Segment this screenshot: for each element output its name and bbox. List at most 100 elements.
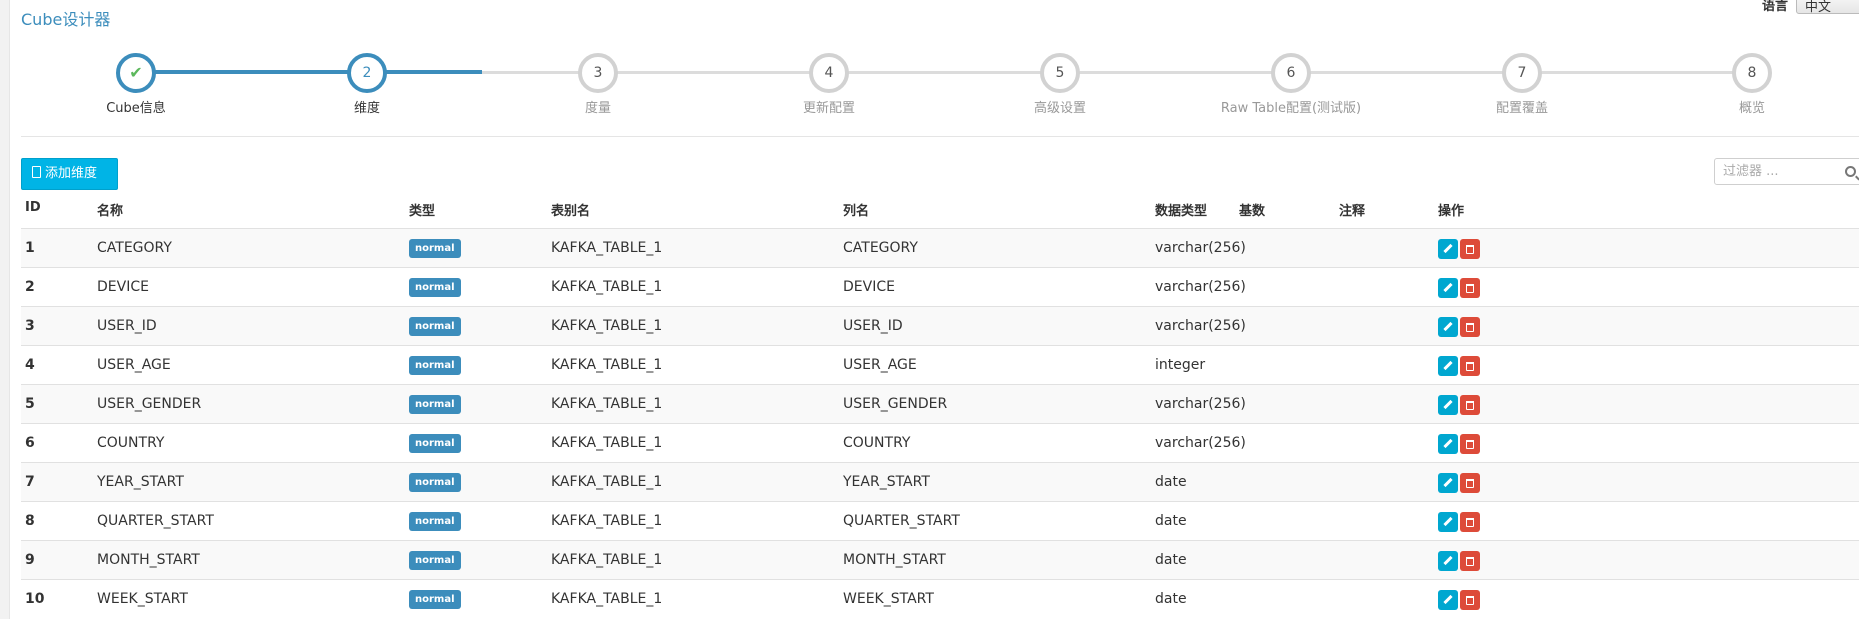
table-row: 9 MONTH_START KAFKA_TABLE_1 MONTH_START date… <box>21 540 1859 579</box>
add-dimension-button[interactable]: 添加维度 <box>21 158 118 190</box>
filter-input[interactable]: 过滤器 ... <box>1714 158 1859 185</box>
step-8-circle[interactable]: 8 <box>1732 53 1772 93</box>
stepper-remaining-track <box>482 71 1752 74</box>
cell-column: QUARTER_START <box>843 513 960 529</box>
step-3-circle[interactable]: 3 <box>578 53 618 93</box>
table-row: 5 USER_GENDER KAFKA_TABLE_1 USER_GENDER varc… <box>21 384 1859 423</box>
pencil-icon <box>1443 399 1453 410</box>
delete-button[interactable] <box>1460 317 1480 337</box>
header-divider <box>21 136 1859 137</box>
cell-table-alias: KAFKA_TABLE_1 <box>551 435 663 451</box>
cell-table-alias: KAFKA_TABLE_1 <box>551 552 663 568</box>
step-2-label[interactable]: 维度 <box>267 97 467 116</box>
step-3-label[interactable]: 度量 <box>498 97 698 116</box>
cell-datatype: varchar(256) <box>1155 396 1246 412</box>
step-4-label[interactable]: 更新配置 <box>729 97 929 116</box>
step-7-circle[interactable]: 7 <box>1502 53 1542 93</box>
step-2-circle[interactable]: 2 <box>347 53 387 93</box>
cell-column: DEVICE <box>843 279 895 295</box>
cell-datatype: varchar(256) <box>1155 279 1246 295</box>
stepper-progress-track <box>136 70 482 74</box>
trash-icon <box>1466 245 1474 254</box>
delete-button[interactable] <box>1460 356 1480 376</box>
cube-designer-page: Cube设计器 语言 中文 ✔ Cube信息 2 维度 3 度量 4 更新配置 5 高级设置 6 Ra… <box>0 0 1859 619</box>
table-row: 10 WEEK_START KAFKA_TABLE_1 WEEK_START date n… <box>21 579 1859 618</box>
cell-column: YEAR_START <box>843 474 930 490</box>
edit-button[interactable] <box>1438 239 1458 259</box>
edit-button[interactable] <box>1438 278 1458 298</box>
pencil-icon <box>1443 594 1453 605</box>
cell-id: 1 <box>25 240 35 256</box>
header-type: 类型 <box>409 204 436 219</box>
cell-table-alias: KAFKA_TABLE_1 <box>551 591 663 607</box>
add-dimension-label: 添加维度 <box>45 166 98 181</box>
cell-column: USER_ID <box>843 318 903 334</box>
pencil-icon <box>1443 243 1453 254</box>
header-comment: 注释 <box>1339 204 1366 219</box>
delete-button[interactable] <box>1460 395 1480 415</box>
table-row: 1 CATEGORY KAFKA_TABLE_1 CATEGORY varchar(25… <box>21 228 1859 267</box>
edit-button[interactable] <box>1438 473 1458 493</box>
cell-column: MONTH_START <box>843 552 946 568</box>
type-badge: normal <box>409 317 461 336</box>
edit-button[interactable] <box>1438 434 1458 454</box>
table-row: 3 USER_ID KAFKA_TABLE_1 USER_ID varchar(256)… <box>21 306 1859 345</box>
delete-button[interactable] <box>1460 473 1480 493</box>
cell-id: 5 <box>25 396 35 412</box>
add-icon <box>32 166 41 178</box>
table-row: 6 COUNTRY KAFKA_TABLE_1 COUNTRY varchar(256)… <box>21 423 1859 462</box>
step-7-label[interactable]: 配置覆盖 <box>1422 97 1622 116</box>
cell-name: DEVICE <box>97 279 149 295</box>
step-5-label[interactable]: 高级设置 <box>960 97 1160 116</box>
edit-button[interactable] <box>1438 356 1458 376</box>
search-icon[interactable] <box>1845 166 1856 177</box>
cell-table-alias: KAFKA_TABLE_1 <box>551 513 663 529</box>
cell-id: 10 <box>25 591 45 607</box>
step-5-circle[interactable]: 5 <box>1040 53 1080 93</box>
type-badge: normal <box>409 434 461 453</box>
type-badge: normal <box>409 473 461 492</box>
cell-table-alias: KAFKA_TABLE_1 <box>551 279 663 295</box>
delete-button[interactable] <box>1460 590 1480 610</box>
table-row: 4 USER_AGE KAFKA_TABLE_1 USER_AGE integer nor… <box>21 345 1859 384</box>
cell-datatype: varchar(256) <box>1155 435 1246 451</box>
cell-name: USER_GENDER <box>97 396 202 412</box>
delete-button[interactable] <box>1460 239 1480 259</box>
step-6-label[interactable]: Raw Table配置(测试版) <box>1191 97 1391 116</box>
cell-table-alias: KAFKA_TABLE_1 <box>551 357 663 373</box>
edit-button[interactable] <box>1438 551 1458 571</box>
type-badge: normal <box>409 278 461 297</box>
type-badge: normal <box>409 356 461 375</box>
cell-column: COUNTRY <box>843 435 911 451</box>
cell-id: 8 <box>25 513 35 529</box>
cell-id: 9 <box>25 552 35 568</box>
step-4-circle[interactable]: 4 <box>809 53 849 93</box>
delete-button[interactable] <box>1460 551 1480 571</box>
cell-name: COUNTRY <box>97 435 165 451</box>
cell-table-alias: KAFKA_TABLE_1 <box>551 474 663 490</box>
cell-name: USER_ID <box>97 318 157 334</box>
cell-id: 6 <box>25 435 35 451</box>
cell-column: CATEGORY <box>843 240 918 256</box>
delete-button[interactable] <box>1460 434 1480 454</box>
pencil-icon <box>1443 282 1453 293</box>
step-6-circle[interactable]: 6 <box>1271 53 1311 93</box>
delete-button[interactable] <box>1460 512 1480 532</box>
table-body: 1 CATEGORY KAFKA_TABLE_1 CATEGORY varchar(25… <box>21 228 1859 618</box>
step-done-check-icon[interactable]: ✔ <box>116 53 156 93</box>
edit-button[interactable] <box>1438 395 1458 415</box>
cell-datatype: date <box>1155 552 1187 568</box>
step-1-label[interactable]: Cube信息 <box>36 97 236 116</box>
pencil-icon <box>1443 555 1453 566</box>
edit-button[interactable] <box>1438 590 1458 610</box>
header-name: 名称 <box>97 204 124 219</box>
delete-button[interactable] <box>1460 278 1480 298</box>
header-table-alias: 表别名 <box>551 204 591 219</box>
pencil-icon <box>1443 438 1453 449</box>
trash-icon <box>1466 557 1474 566</box>
pencil-icon <box>1443 360 1453 371</box>
pencil-icon <box>1443 516 1453 527</box>
step-8-label[interactable]: 概览 <box>1652 97 1852 116</box>
edit-button[interactable] <box>1438 317 1458 337</box>
edit-button[interactable] <box>1438 512 1458 532</box>
